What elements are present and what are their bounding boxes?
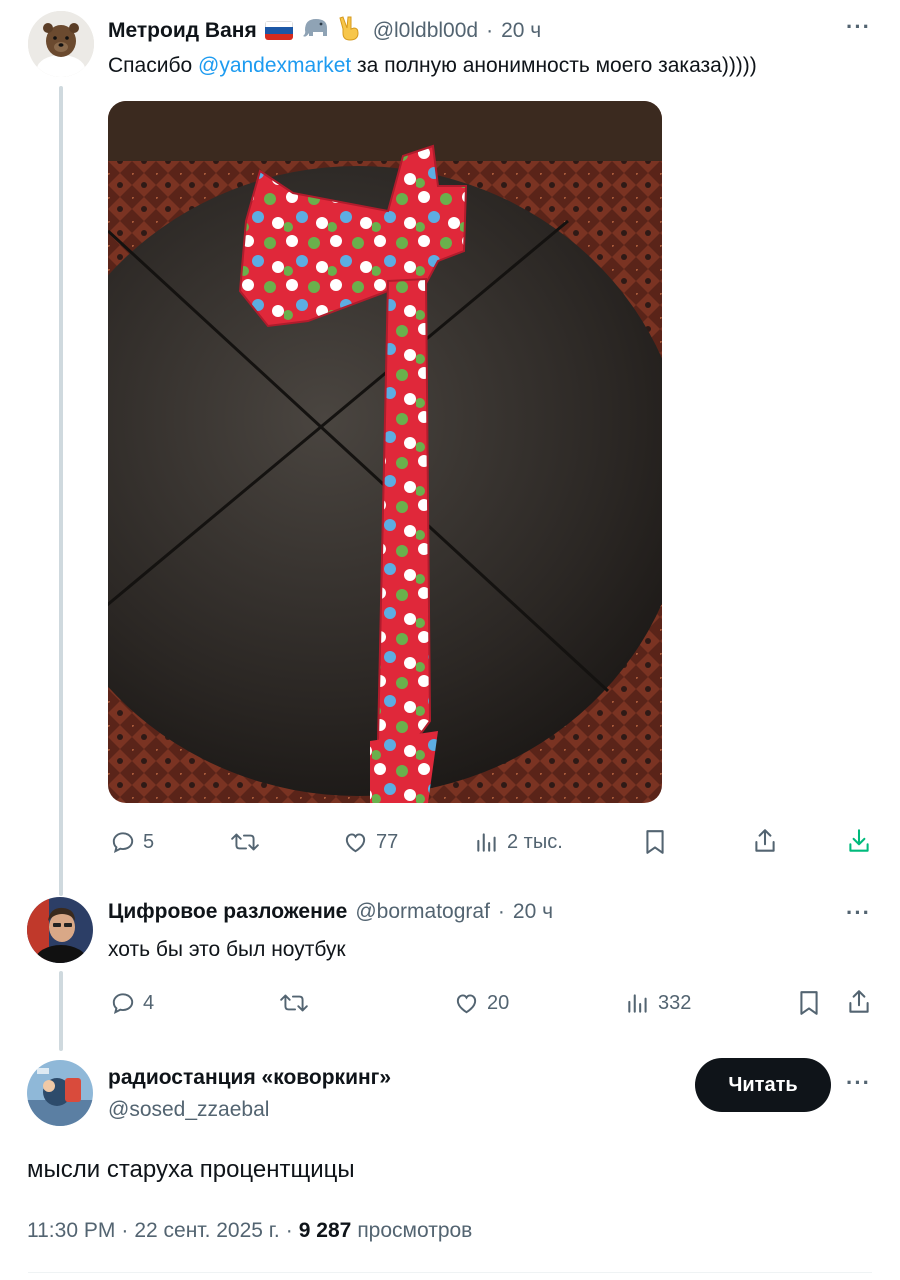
views-chart-icon	[477, 833, 496, 852]
tweet-photo[interactable]	[108, 101, 662, 803]
avatar[interactable]	[28, 11, 94, 77]
thread-line	[59, 971, 63, 1051]
bookmark-icon	[800, 991, 818, 1015]
victory-hand-emoji	[339, 15, 361, 46]
like-button[interactable]: 77	[342, 829, 398, 855]
bookmark-button[interactable]	[643, 829, 667, 855]
person-avatar-image	[27, 897, 93, 963]
tweet-text: Спасибо @yandexmarket за полную анонимно…	[108, 52, 757, 80]
like-count: 20	[487, 991, 510, 1014]
follow-button[interactable]: Читать	[695, 1058, 831, 1112]
reply-button[interactable]: 5	[110, 829, 154, 855]
like-button[interactable]: 20	[453, 990, 509, 1016]
reply-icon	[112, 993, 134, 1015]
tweet-text-part: за полную анонимность моего заказа)))))	[351, 54, 757, 77]
views-button[interactable]: 332	[625, 990, 691, 1016]
tweet-text: хоть бы это был ноутбук	[108, 938, 346, 961]
tweet-header: Цифровое разложение @bormatograf · 20 ч	[108, 900, 553, 924]
separator: ·	[497, 900, 505, 923]
retweet-icon	[231, 833, 259, 851]
tweet-header: Метроид Ваня @l0ldbl00d · 20 ч	[108, 15, 541, 46]
bookmark-icon	[646, 830, 664, 854]
separator: ·	[486, 18, 494, 42]
views-count: 9 287	[298, 1219, 352, 1242]
like-count: 77	[376, 830, 399, 853]
separator: ·	[285, 1219, 293, 1242]
radio-avatar-image	[27, 1060, 93, 1126]
author-handle[interactable]: @bormatograf	[355, 900, 490, 924]
mention-link[interactable]: @yandexmarket	[198, 54, 351, 77]
avatar[interactable]	[27, 897, 93, 963]
avatar[interactable]	[27, 1060, 93, 1126]
retweet-icon	[280, 994, 308, 1012]
post-time[interactable]: 11:30 PM	[27, 1219, 115, 1243]
download-icon	[849, 829, 869, 852]
reply-button[interactable]: 4	[110, 990, 154, 1016]
share-button[interactable]	[846, 988, 872, 1016]
divider	[28, 1272, 872, 1273]
share-icon	[755, 829, 775, 852]
tweet-header: радиостанция «коворкинг» @sosed_zzaebal	[108, 1066, 391, 1122]
separator: ·	[121, 1219, 129, 1242]
bear-avatar-image	[28, 11, 94, 77]
download-button[interactable]	[846, 827, 872, 855]
views-count: 2 тыс.	[507, 830, 563, 853]
more-options-button[interactable]: ···	[846, 900, 871, 926]
author-name[interactable]: Метроид Ваня	[108, 19, 257, 43]
share-icon	[849, 990, 869, 1013]
tweet-meta: 11:30 PM · 22 сент. 2025 г. · 9 287 прос…	[27, 1219, 472, 1243]
views-button[interactable]: 2 тыс.	[474, 829, 563, 855]
author-name[interactable]: радиостанция «коворкинг»	[108, 1066, 391, 1090]
views-count: 332	[658, 991, 692, 1014]
reply-count: 5	[143, 830, 155, 853]
retweet-button[interactable]	[279, 990, 309, 1016]
more-options-button[interactable]: ···	[846, 1070, 871, 1096]
author-name[interactable]: Цифровое разложение	[108, 900, 347, 924]
reply-count: 4	[143, 991, 155, 1014]
tweet-text-part: Спасибо	[108, 54, 198, 77]
flag-emoji	[264, 21, 293, 40]
author-handle[interactable]: @sosed_zzaebal	[108, 1098, 391, 1122]
bookmark-button[interactable]	[797, 990, 821, 1016]
thread-line	[59, 86, 63, 896]
views-label: просмотров	[357, 1219, 473, 1242]
elephant-emoji	[301, 16, 331, 45]
more-options-button[interactable]: ···	[846, 14, 871, 40]
heart-icon	[456, 994, 477, 1014]
views-chart-icon	[628, 994, 647, 1013]
tweet-text: мысли старуха процентщицы	[27, 1156, 355, 1183]
post-date[interactable]: 22 сент. 2025 г.	[134, 1219, 279, 1243]
heart-icon	[345, 833, 366, 853]
share-button[interactable]	[752, 827, 778, 855]
retweet-button[interactable]	[230, 829, 260, 855]
author-handle[interactable]: @l0ldbl00d	[373, 19, 478, 43]
timestamp[interactable]: 20 ч	[501, 19, 541, 43]
timestamp[interactable]: 20 ч	[513, 900, 553, 924]
reply-icon	[112, 832, 134, 854]
wrapped-axe-photo	[108, 101, 662, 803]
